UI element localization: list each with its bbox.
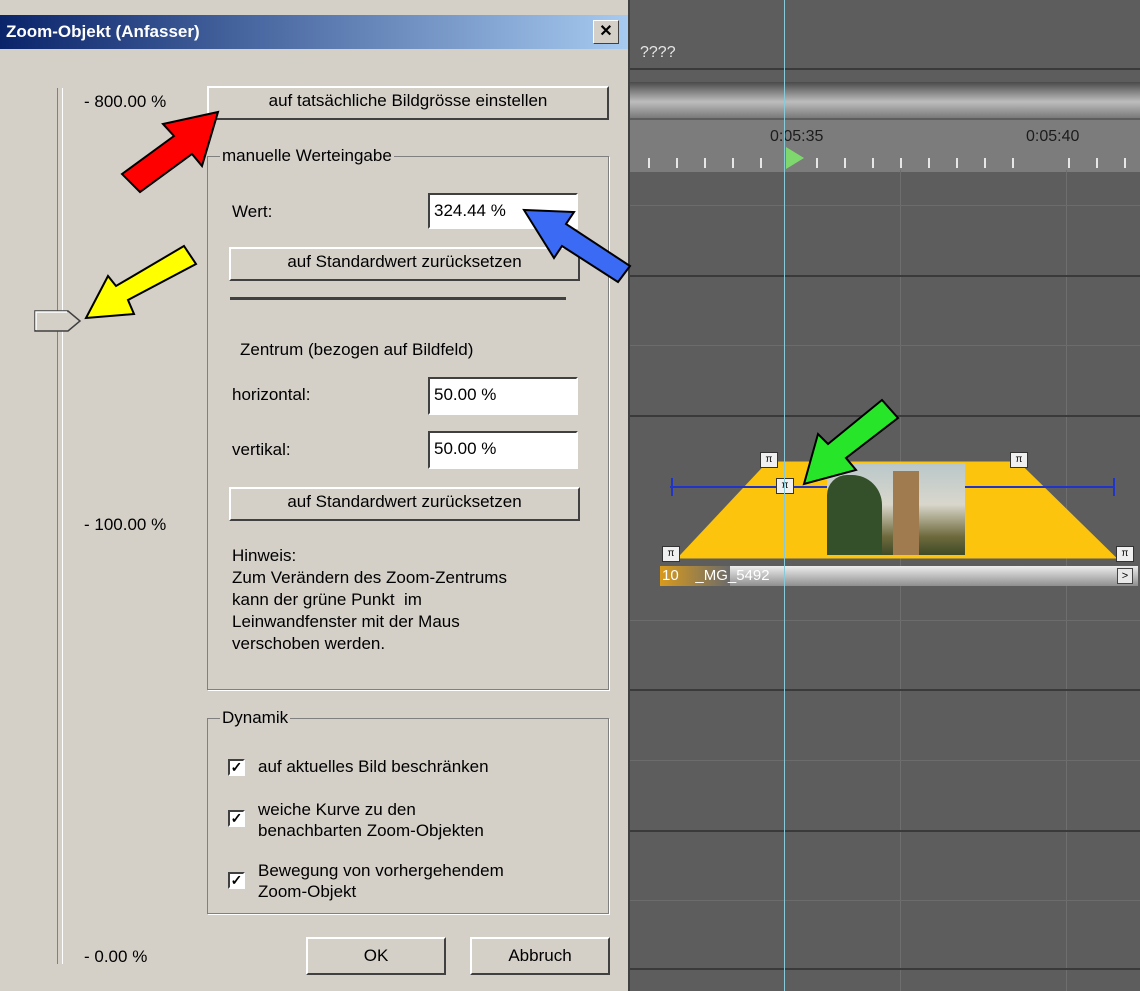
- scale-label-mid: - 100.00 %: [84, 515, 167, 534]
- ruler-tick: [956, 158, 958, 168]
- track-divider: [600, 205, 1140, 206]
- timecode-label: 0:05:35: [770, 128, 824, 145]
- blue-annotation-arrow-icon: [522, 208, 632, 284]
- smooth-curve-checkbox[interactable]: ✓: [228, 810, 245, 827]
- track-divider: [600, 830, 1140, 832]
- ruler-tick: [984, 158, 986, 168]
- ruler-tick: [704, 158, 706, 168]
- track-divider: [600, 968, 1140, 970]
- ruler-tick: [844, 158, 846, 168]
- red-annotation-arrow-icon: [120, 110, 220, 194]
- ruler-tick: [760, 158, 762, 168]
- timeline-panel: ???? 0:05:35 0:05:40 π π π π π 10 _MG_54: [600, 0, 1140, 991]
- horizontal-center-field[interactable]: 50.00 %: [428, 377, 578, 415]
- dynamics-legend: Dynamik: [220, 708, 291, 728]
- timecode-label: 0:05:40: [1026, 128, 1080, 145]
- close-icon: ✕: [599, 23, 613, 40]
- track-divider: [600, 620, 1140, 621]
- clip-next-arrow[interactable]: >: [1117, 568, 1133, 584]
- ok-button[interactable]: OK: [306, 937, 446, 975]
- ruler-tick: [1096, 158, 1098, 168]
- ruler-tick: [648, 158, 650, 168]
- keyframe-handle[interactable]: π: [1116, 546, 1134, 562]
- checkmark-icon: ✓: [230, 759, 243, 775]
- hint-text: Hinweis: Zum Verändern des Zoom-Zentrums…: [232, 545, 612, 655]
- motion-from-previous-label: Bewegung von vorhergehendem Zoom-Objekt: [258, 861, 504, 901]
- cancel-button[interactable]: Abbruch: [470, 937, 610, 975]
- value-label: Wert:: [232, 202, 273, 221]
- ruler-tick: [928, 158, 930, 168]
- ruler-tick: [732, 158, 734, 168]
- checkmark-icon: ✓: [230, 872, 243, 888]
- hint-line: verschoben werden.: [232, 634, 386, 653]
- timeline-scrollbar[interactable]: [600, 82, 1140, 118]
- ruler-tick: [1124, 158, 1126, 168]
- track-divider: [600, 275, 1140, 277]
- title-bar[interactable]: Zoom-Objekt (Anfasser) ✕: [0, 15, 628, 49]
- playhead-marker[interactable]: [786, 147, 804, 169]
- zoom-slider-track[interactable]: [57, 88, 63, 964]
- dialog-title: Zoom-Objekt (Anfasser): [6, 22, 200, 41]
- motion-from-previous-checkbox[interactable]: ✓: [228, 872, 245, 889]
- zoom-object-handle[interactable]: π: [776, 478, 794, 494]
- smooth-curve-label: weiche Kurve zu den benachbarten Zoom-Ob…: [258, 800, 484, 840]
- track-divider: [600, 760, 1140, 761]
- hint-line: Zum Verändern des Zoom-Zentrums: [232, 568, 507, 587]
- zoom-object-dialog: Zoom-Objekt (Anfasser) ✕ - 800.00 % - 10…: [0, 0, 630, 991]
- track-divider: [600, 68, 1140, 70]
- ruler-tick: [1068, 158, 1070, 168]
- reset-center-button[interactable]: auf Standardwert zurücksetzen: [229, 487, 580, 521]
- ruler-tick: [900, 158, 902, 168]
- actual-size-button[interactable]: auf tatsächliche Bildgrösse einstellen: [207, 86, 609, 120]
- separator: [230, 297, 566, 300]
- ruler-tick: [676, 158, 678, 168]
- zoom-slider-thumb[interactable]: [34, 309, 82, 333]
- manual-input-legend: manuelle Werteingabe: [220, 146, 394, 166]
- track-divider: [600, 345, 1140, 346]
- track-divider: [600, 900, 1140, 901]
- yellow-annotation-arrow-icon: [84, 244, 198, 320]
- green-annotation-arrow-icon: [802, 398, 900, 486]
- checkmark-icon: ✓: [230, 810, 243, 826]
- hint-line: Hinweis:: [232, 546, 297, 565]
- playhead-line: [784, 0, 785, 991]
- track-title: ????: [640, 44, 676, 61]
- vertical-center-field[interactable]: 50.00 %: [428, 431, 578, 469]
- clip-label: 10 _MG_5492: [662, 567, 770, 584]
- scale-label-min: - 0.00 %: [84, 947, 148, 966]
- center-heading: Zentrum (bezogen auf Bildfeld): [240, 340, 474, 359]
- horizontal-label: horizontal:: [232, 385, 311, 404]
- hint-line: Leinwandfenster mit der Maus: [232, 612, 460, 631]
- ruler-tick: [816, 158, 818, 168]
- limit-to-image-label: auf aktuelles Bild beschränken: [258, 757, 489, 776]
- close-button[interactable]: ✕: [593, 20, 619, 44]
- ruler-tick: [1012, 158, 1014, 168]
- keyframe-handle[interactable]: π: [760, 452, 778, 468]
- vertical-label: vertikal:: [232, 440, 291, 459]
- keyframe-handle[interactable]: π: [1010, 452, 1028, 468]
- track-divider: [600, 689, 1140, 691]
- ruler-tick: [872, 158, 874, 168]
- limit-to-image-checkbox[interactable]: ✓: [228, 759, 245, 776]
- keyframe-handle[interactable]: π: [662, 546, 680, 562]
- hint-line: kann der grüne Punkt im: [232, 590, 422, 609]
